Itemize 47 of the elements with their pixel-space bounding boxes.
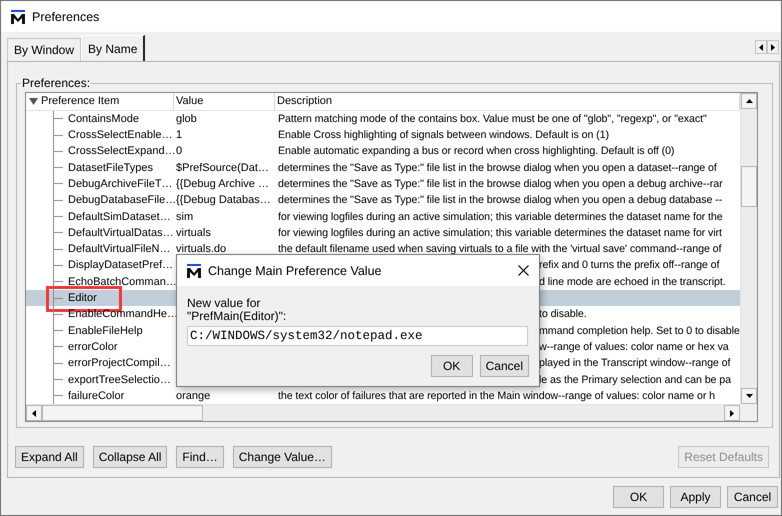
table-cell: for viewing logfiles during an active simulation; this variable determines the dataset name for the (278, 210, 723, 223)
tree-item: failureColor (68, 390, 124, 402)
tree-item: errorProjectCompil… (68, 357, 171, 370)
table-cell: {{Debug Databas… (176, 194, 271, 206)
tree-item: DebugDatabaseFile… (68, 194, 176, 206)
tree-item: EnableCommandHe… (68, 308, 178, 320)
table-cell: virtuals.do (176, 243, 226, 256)
prompt-label: "PrefMain(Editor)": (187, 310, 288, 323)
table-cell: for viewing logfiles during an active simulation; this variable determines the dataset name for virt (278, 226, 722, 239)
tree-item: exportTreeSelectio… (68, 374, 171, 386)
dialog-title: Change Main Preference Value (208, 264, 382, 278)
tree-item: DefaultSimDataset… (68, 210, 171, 223)
tree-item: DefaultVirtualFileN… (68, 243, 171, 256)
table-cell: w--range of values: color name or hex va (539, 340, 729, 353)
tree-item: DefaultVirtualDatas… (68, 226, 174, 239)
window-title: Preferences (32, 10, 100, 24)
table-cell: Pattern matching mode of the contains box. Value must be one of "glob", "regexp", or "exact" (278, 112, 707, 125)
tree-item: DatasetFileTypes (68, 162, 153, 174)
table-cell: determines the "Save as Type:" file list in the browse dialog when you open a debug database -- (278, 194, 722, 206)
prompt-label: New value for (187, 297, 262, 310)
table-cell: virtuals (176, 226, 211, 239)
table-cell: sim (176, 210, 194, 223)
table-cell: Enable automatic expanding a bus or record when cross highlighting. Default is off (0) (278, 145, 674, 158)
tree-item: errorColor (68, 340, 118, 353)
table-cell: glob (176, 112, 197, 125)
table-cell: orange (176, 390, 210, 402)
table-cell: Enable Cross highlighting of signals between windows. Default is on (1) (278, 129, 609, 142)
table-cell: mmand completion help. Set to 0 to disable (539, 324, 740, 337)
tree-item: EnableFileHelp (68, 324, 143, 337)
table-cell: the text color of failures that are reported in the Main window--range of values: color name or h (278, 390, 716, 402)
tree-item: DisplayDatasetPref… (68, 259, 174, 272)
tree-item: CrossSelectExpand… (68, 145, 176, 158)
table-cell: determines the "Save as Type:" file list in the browse dialog when you open a dataset--range of (278, 162, 717, 174)
table-cell: 1 (176, 129, 182, 142)
tree-item: CrossSelectEnable… (68, 129, 173, 142)
tree-item: EchoBatchComman… (68, 276, 177, 288)
tree-item: Editor (68, 292, 97, 304)
group-label: Preferences: (21, 76, 92, 90)
table-cell: {{Debug Archive … (176, 178, 269, 190)
table-cell: $PrefSource(Dat… (176, 162, 269, 174)
table-cell: the default filename used when saving virtuals to a file with the 'virtual save' command--range of (278, 243, 722, 256)
table-cell: 0 (176, 145, 182, 158)
tree-item: DebugArchiveFileT… (68, 178, 173, 190)
tree-item: ContainsMode (68, 112, 139, 125)
table-cell: to disable. (539, 308, 587, 320)
table-cell: played in the Transcript window--range of (539, 357, 730, 370)
table-cell: determines the "Save as Type:" file list in the browse dialog when you open a debug archive--rar (278, 178, 723, 190)
